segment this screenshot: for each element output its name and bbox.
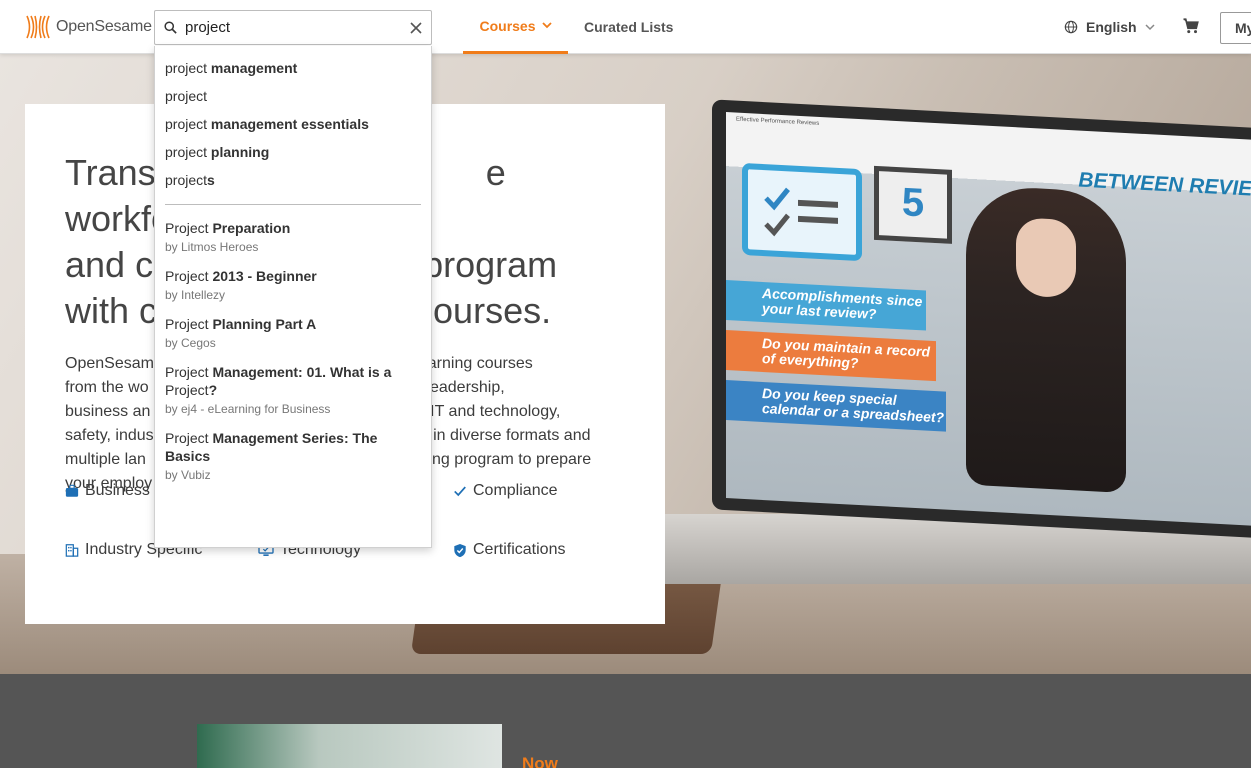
search-box[interactable] <box>154 10 432 45</box>
suggestion-item[interactable]: projects <box>165 166 421 194</box>
course-result[interactable]: Project Management Series: The Basics by… <box>165 429 421 482</box>
course-result[interactable]: Project 2013 - Beginner by Intellezy <box>165 267 421 302</box>
suggestion-list: project management project project manag… <box>165 46 421 194</box>
category-business[interactable]: Business <box>65 482 150 500</box>
nav-curated-lists[interactable]: Curated Lists <box>584 0 673 54</box>
featured-section: Now <box>0 674 1251 768</box>
category-compliance[interactable]: Compliance <box>453 482 557 500</box>
monitor-checklist-icon <box>742 162 862 262</box>
calendar-icon: 5 <box>874 165 952 244</box>
language-selector[interactable]: English <box>1064 0 1155 54</box>
globe-icon <box>1064 20 1078 34</box>
building-icon <box>65 544 79 557</box>
language-label: English <box>1086 19 1137 35</box>
featured-label: Now <box>522 754 558 768</box>
course-provider: by ej4 - eLearning for Business <box>165 402 331 416</box>
course-result[interactable]: Project Management: 01. What is a Project… <box>165 363 421 416</box>
check-icon <box>454 486 466 497</box>
logo-text: OpenSesame <box>56 18 152 35</box>
course-result[interactable]: Project Planning Part A by Cegos <box>165 315 421 350</box>
search-autocomplete-dropdown: project management project project manag… <box>154 46 432 548</box>
course-result[interactable]: Project Preparation by Litmos Heroes <box>165 219 421 254</box>
presenter-face <box>1016 217 1076 299</box>
chevron-down-icon <box>541 22 552 29</box>
briefcase-icon <box>65 484 79 497</box>
course-provider: by Vubiz <box>165 468 211 482</box>
laptop-screen: Effective Performance Reviews BETWEEN RE… <box>712 99 1251 539</box>
question-arrow-1: Accomplishments since your last review? <box>726 280 926 331</box>
cart-icon[interactable] <box>1182 17 1200 40</box>
screen-header: Effective Performance Reviews <box>736 116 820 127</box>
suggestion-item[interactable]: project planning <box>165 138 421 166</box>
screen-banner: BETWEEN REVIEW <box>1078 168 1251 202</box>
course-results: Project Preparation by Litmos Heroes Pro… <box>165 219 421 482</box>
clear-search-icon[interactable] <box>401 21 431 34</box>
question-arrow-3: Do you keep special calendar or a spread… <box>726 380 946 432</box>
course-provider: by Litmos Heroes <box>165 240 259 254</box>
my-account-button[interactable]: My <box>1220 12 1251 44</box>
search-icon <box>155 20 185 35</box>
question-arrow-2: Do you maintain a record of everything? <box>726 330 936 382</box>
nav-courses-label: Courses <box>479 17 536 34</box>
logo-mark-icon <box>26 15 50 39</box>
chevron-down-icon <box>1145 23 1155 30</box>
search-input[interactable] <box>185 19 401 36</box>
featured-image <box>197 724 502 768</box>
calendar-number: 5 <box>901 180 925 226</box>
dropdown-divider <box>165 204 421 205</box>
opensesame-logo[interactable]: OpenSesame <box>24 14 152 40</box>
shield-check-icon <box>454 543 466 557</box>
course-provider: by Cegos <box>165 336 216 350</box>
suggestion-item[interactable]: project management <box>165 54 421 82</box>
category-certifications[interactable]: Certifications <box>453 541 565 559</box>
suggestion-item[interactable]: project management essentials <box>165 110 421 138</box>
suggestion-item[interactable]: project <box>165 82 421 110</box>
nav-courses[interactable]: Courses <box>463 0 568 54</box>
course-provider: by Intellezy <box>165 288 226 302</box>
video-frame: Effective Performance Reviews BETWEEN RE… <box>726 112 1251 527</box>
